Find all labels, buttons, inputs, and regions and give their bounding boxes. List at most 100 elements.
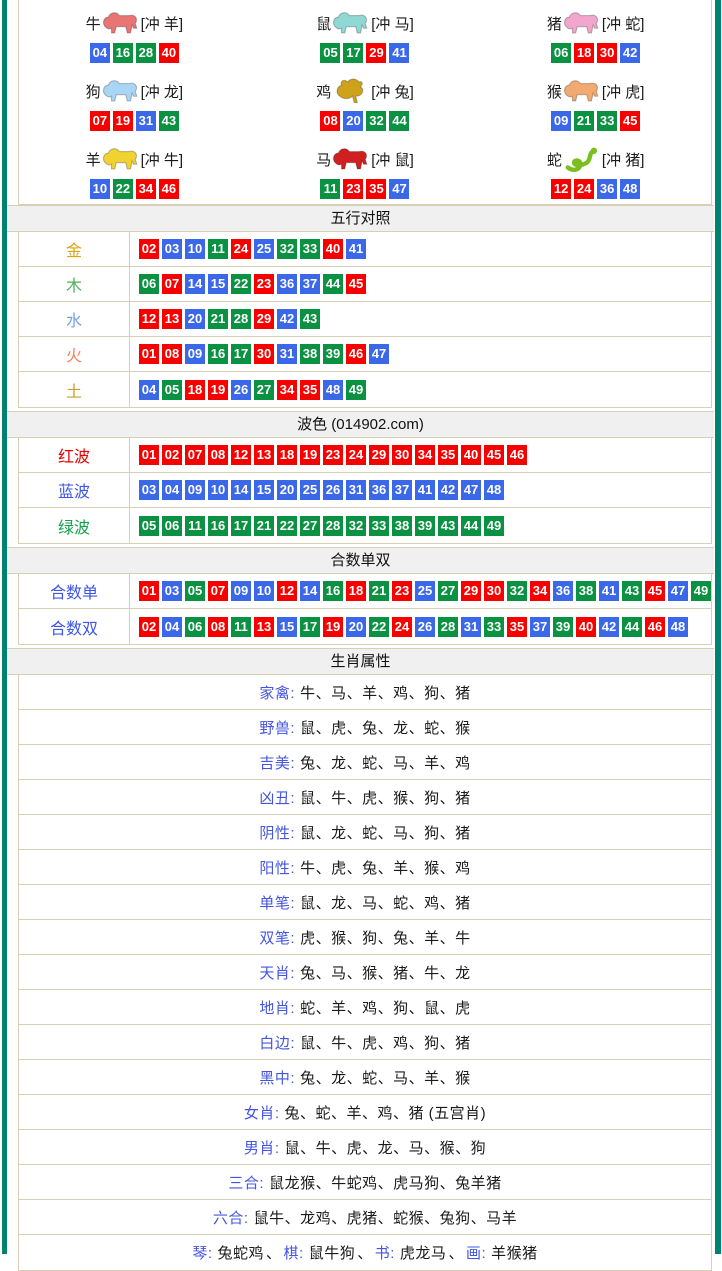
number-ball-28: 28	[323, 516, 343, 536]
attribute-separator: 、	[448, 1242, 464, 1263]
number-ball-48: 48	[323, 380, 343, 400]
row-label: 合数单	[19, 574, 130, 608]
number-ball-35: 35	[300, 380, 320, 400]
zodiac-name: 猪	[547, 13, 562, 34]
number-ball-07: 07	[185, 445, 205, 465]
section-title-bose: 波色 (014902.com)	[7, 411, 714, 438]
attribute-text: 虎、猴、狗、兔、羊、牛	[300, 927, 471, 948]
number-ball-02: 02	[139, 617, 159, 637]
number-ball-33: 33	[300, 239, 320, 259]
attribute-text: 蛇、羊、鸡、狗、鼠、虎	[300, 997, 471, 1018]
number-ball-14: 14	[300, 581, 320, 601]
attribute-label: 地肖:	[259, 997, 295, 1018]
zodiac-name: 鼠	[316, 13, 331, 34]
number-ball-15: 15	[208, 274, 228, 294]
number-ball-45: 45	[346, 274, 366, 294]
zodiac-name-line: 猪[冲 蛇]	[547, 5, 645, 41]
attribute-row: 琴:兔蛇鸡、棋:鼠牛狗、书:虎龙马、画:羊猴猪	[19, 1235, 711, 1270]
zodiac-name-line: 蛇[冲 猪]	[547, 141, 645, 177]
number-ball-23: 23	[323, 445, 343, 465]
number-ball-12: 12	[551, 179, 571, 199]
number-ball-10: 10	[90, 179, 110, 199]
number-ball-26: 26	[415, 617, 435, 637]
zodiac-clash-label: [冲 猪]	[602, 149, 645, 170]
number-ball-09: 09	[185, 344, 205, 364]
row-number-balls: 0103050709101214161821232527293032343638…	[130, 581, 711, 601]
attribute-text: 鼠、牛、虎、鸡、狗、猪	[300, 1032, 471, 1053]
attribute-label: 单笔:	[259, 892, 295, 913]
attribute-text: 羊猴猪	[491, 1242, 538, 1263]
zodiac-number-balls: 04162840	[90, 43, 179, 63]
row-number-balls: 03040910141520252631363741424748	[130, 480, 711, 500]
zodiac-cell: 羊[冲 牛]10223446	[19, 136, 250, 204]
zodiac-number-balls: 10223446	[90, 179, 179, 199]
attribute-text: 鼠、龙、蛇、马、狗、猪	[300, 822, 471, 843]
number-ball-34: 34	[415, 445, 435, 465]
number-ball-04: 04	[162, 617, 182, 637]
table-row: 水1213202128294243	[19, 302, 711, 337]
number-ball-30: 30	[597, 43, 617, 63]
number-ball-21: 21	[574, 111, 594, 131]
number-ball-38: 38	[392, 516, 412, 536]
zodiac-clash-label: [冲 龙]	[141, 81, 184, 102]
section-title-heshu: 合数单双	[7, 547, 714, 574]
attribute-text: 鼠龙猴、牛蛇鸡、虎马狗、兔羊猪	[269, 1172, 502, 1193]
attribute-text: 兔、马、猴、猪、牛、龙	[300, 962, 471, 983]
number-ball-04: 04	[162, 480, 182, 500]
number-ball-34: 34	[530, 581, 550, 601]
number-ball-33: 33	[484, 617, 504, 637]
number-ball-02: 02	[139, 239, 159, 259]
number-ball-44: 44	[389, 111, 409, 131]
pig-icon	[563, 9, 601, 38]
attribute-text: 兔蛇鸡	[218, 1242, 265, 1263]
section-shengxiao: 生肖属性 家禽:牛、马、羊、鸡、狗、猪野兽:鼠、虎、兔、龙、蛇、猴吉美:兔、龙、…	[7, 648, 714, 1271]
number-ball-30: 30	[392, 445, 412, 465]
attribute-text: 兔、龙、蛇、马、羊、鸡	[300, 752, 471, 773]
table-row: 木06071415222336374445	[19, 267, 711, 302]
number-ball-25: 25	[300, 480, 320, 500]
zodiac-name-line: 猴[冲 虎]	[547, 73, 645, 109]
attribute-text: 虎龙马	[400, 1242, 447, 1263]
number-ball-22: 22	[113, 179, 133, 199]
attribute-label: 琴:	[192, 1242, 212, 1263]
horse-icon	[332, 145, 370, 174]
number-ball-41: 41	[415, 480, 435, 500]
zodiac-name-line: 鼠[冲 马]	[316, 5, 414, 41]
bose-table: 红波0102070812131819232429303435404546蓝波03…	[18, 438, 712, 544]
zodiac-clash-label: [冲 兔]	[371, 81, 414, 102]
row-label: 合数双	[19, 609, 130, 644]
number-ball-31: 31	[461, 617, 481, 637]
number-ball-36: 36	[597, 179, 617, 199]
number-ball-19: 19	[113, 111, 133, 131]
attribute-row: 阴性:鼠、龙、蛇、马、狗、猪	[19, 815, 711, 850]
attribute-row: 黑中:兔、龙、蛇、马、羊、猴	[19, 1060, 711, 1095]
rat-icon	[332, 9, 370, 38]
row-number-balls: 1213202128294243	[130, 309, 711, 329]
attribute-text: 鼠牛、龙鸡、虎猪、蛇猴、兔狗、马羊	[254, 1207, 518, 1228]
attribute-row: 六合:鼠牛、龙鸡、虎猪、蛇猴、兔狗、马羊	[19, 1200, 711, 1235]
number-ball-20: 20	[346, 617, 366, 637]
number-ball-25: 25	[254, 239, 274, 259]
number-ball-29: 29	[461, 581, 481, 601]
attribute-row: 吉美:兔、龙、蛇、马、羊、鸡	[19, 745, 711, 780]
number-ball-17: 17	[231, 344, 251, 364]
zodiac-cell: 狗[冲 龙]07193143	[19, 68, 250, 136]
number-ball-36: 36	[277, 274, 297, 294]
attribute-text: 鼠、虎、兔、龙、蛇、猴	[300, 717, 471, 738]
row-label: 木	[19, 267, 130, 301]
number-ball-19: 19	[208, 380, 228, 400]
zodiac-clash-label: [冲 鼠]	[371, 149, 414, 170]
zodiac-cell: 猪[冲 蛇]06183042	[480, 0, 711, 68]
zodiac-cell: 蛇[冲 猪]12243648	[480, 136, 711, 204]
number-ball-33: 33	[597, 111, 617, 131]
number-ball-22: 22	[231, 274, 251, 294]
row-label: 红波	[19, 438, 130, 472]
zodiac-number-balls: 08203244	[320, 111, 409, 131]
attribute-row: 三合:鼠龙猴、牛蛇鸡、虎马狗、兔羊猪	[19, 1165, 711, 1200]
wuxing-table: 金02031011242532334041木060714152223363744…	[18, 232, 712, 408]
number-ball-05: 05	[139, 516, 159, 536]
number-ball-17: 17	[231, 516, 251, 536]
number-ball-48: 48	[484, 480, 504, 500]
attribute-label: 女肖:	[244, 1102, 280, 1123]
zodiac-name: 牛	[86, 13, 101, 34]
